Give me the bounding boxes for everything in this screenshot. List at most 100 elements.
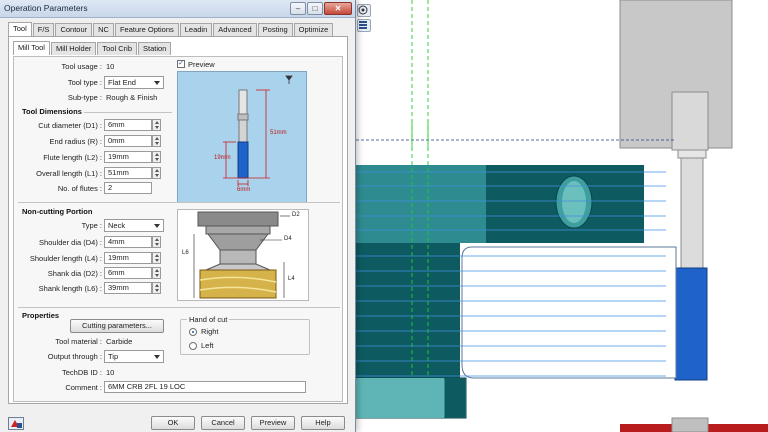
tool-material-value: Carbide: [106, 337, 133, 346]
chevron-down-icon: [154, 355, 160, 359]
flutes-input[interactable]: 2: [104, 182, 152, 194]
techdb-label: TechDB ID :: [61, 368, 102, 377]
sub-tab-strip: Mill Tool Mill Holder Tool Crib Station: [13, 41, 172, 56]
flat-end-tool-illustration: [223, 75, 293, 186]
flutes-label: No. of flutes :: [57, 184, 102, 193]
close-button[interactable]: ✕: [324, 2, 352, 15]
shoulder-dia-stepper[interactable]: [152, 236, 161, 248]
hand-of-cut-group: Hand of cut Right Left: [180, 315, 310, 355]
end-radius-stepper[interactable]: [152, 135, 161, 147]
close-icon: ✕: [334, 4, 342, 13]
flute-length-input[interactable]: 19mm: [104, 151, 152, 163]
non-cutting-heading: Non-cutting Portion: [22, 207, 93, 216]
neck-diagram: D2 D4 L6 L4: [177, 209, 309, 301]
techdb-value: 10: [106, 368, 115, 377]
chevron-down-icon: [154, 224, 160, 228]
tool-flute: [674, 267, 708, 381]
right-radio-label: Right: [201, 327, 219, 336]
shank-length-label: Shank length (L6) :: [38, 284, 102, 293]
output-through-value: Tip: [108, 352, 119, 361]
comment-label: Comment :: [65, 383, 102, 392]
cut-diameter-input[interactable]: 6mm: [104, 119, 152, 131]
subtype-label: Sub-type :: [67, 93, 102, 102]
tool-usage-label: Tool usage :: [61, 62, 102, 71]
flute-length-label: Flute length (L2) :: [43, 153, 102, 162]
tool-collet: [671, 91, 709, 151]
shank-dia-input[interactable]: 6mm: [104, 267, 152, 279]
tab-nc[interactable]: NC: [93, 23, 114, 36]
overall-length-label: Overall length (L1) :: [36, 169, 102, 178]
tab-fs[interactable]: F/S: [32, 23, 55, 36]
tool-tab-panel: Mill Tool Mill Holder Tool Crib Station …: [8, 36, 348, 404]
ok-button[interactable]: OK: [151, 416, 195, 430]
shank-length-input[interactable]: 39mm: [104, 282, 152, 294]
tool-diagram: 51mm 19mm 6mm: [177, 71, 307, 203]
flute-length-stepper[interactable]: [152, 151, 161, 163]
neck-type-value: Neck: [108, 221, 126, 230]
tab-mill-tool[interactable]: Mill Tool: [13, 41, 50, 55]
shank-length-stepper[interactable]: [152, 282, 161, 294]
tool-type-label: Tool type :: [67, 78, 102, 87]
end-radius-input[interactable]: 0mm: [104, 135, 152, 147]
overall-length-dim: 51mm: [270, 130, 287, 136]
neck-type-select[interactable]: Neck: [104, 219, 164, 232]
tool-type-select[interactable]: Flat End: [104, 76, 164, 89]
preview-button[interactable]: Preview: [251, 416, 295, 430]
shank-dia-label: Shank dia (D2) :: [47, 269, 102, 278]
d2-dim: D2: [292, 212, 300, 218]
shank-dia-stepper[interactable]: [152, 267, 161, 279]
minimize-button[interactable]: –: [290, 2, 306, 15]
tab-leadin[interactable]: Leadin: [179, 23, 213, 36]
help-button[interactable]: Help: [301, 416, 345, 430]
shoulder-length-stepper[interactable]: [152, 252, 161, 264]
tab-optimize[interactable]: Optimize: [293, 23, 334, 36]
tab-posting[interactable]: Posting: [257, 23, 293, 36]
left-radio[interactable]: [189, 342, 197, 350]
left-radio-label: Left: [201, 341, 214, 350]
d4-dim: D4: [284, 236, 292, 242]
overall-length-input[interactable]: 51mm: [104, 167, 152, 179]
right-radio[interactable]: [189, 328, 197, 336]
divider: [18, 307, 340, 308]
part-lower-block: [356, 243, 460, 378]
l4-dim: L4: [288, 276, 295, 282]
tab-tool[interactable]: Tool: [8, 22, 32, 36]
cutting-parameters-button[interactable]: Cutting parameters...: [70, 319, 164, 333]
tool-shank: [680, 157, 704, 271]
neck-type-label: Type :: [81, 221, 102, 230]
hand-of-cut-title: Hand of cut: [187, 315, 230, 324]
maximize-button[interactable]: □: [307, 2, 323, 15]
mill-tool-panel: Tool usage : 10 Tool type : Flat End Sub…: [13, 56, 343, 402]
tool-material-label: Tool material :: [55, 337, 102, 346]
dialog-title: Operation Parameters: [4, 3, 88, 13]
maximize-icon: □: [312, 4, 318, 13]
cancel-button[interactable]: Cancel: [201, 416, 245, 430]
output-through-label: Output through :: [47, 352, 102, 361]
dialog-app-icon: [8, 417, 24, 430]
dialog-titlebar[interactable]: Operation Parameters – □ ✕: [0, 0, 355, 18]
tab-station[interactable]: Station: [137, 42, 172, 55]
minimize-icon: –: [295, 4, 301, 13]
checkmark-icon: ✓: [178, 60, 184, 67]
tab-advanced[interactable]: Advanced: [213, 23, 257, 36]
tab-contour[interactable]: Contour: [55, 23, 93, 36]
end-radius-label: End radius (R) :: [49, 137, 102, 146]
view-orient-icon[interactable]: [357, 4, 371, 17]
overall-length-stepper[interactable]: [152, 167, 161, 179]
shoulder-dia-input[interactable]: 4mm: [104, 236, 152, 248]
shoulder-length-input[interactable]: 19mm: [104, 252, 152, 264]
tab-mill-holder[interactable]: Mill Holder: [50, 42, 97, 55]
cut-diameter-stepper[interactable]: [152, 119, 161, 131]
tab-tool-crib[interactable]: Tool Crib: [97, 42, 137, 55]
comment-input[interactable]: 6MM CRB 2FL 19 LOC: [104, 381, 306, 393]
divider: [84, 112, 172, 113]
l6-dim: L6: [182, 250, 189, 256]
tab-feature-options[interactable]: Feature Options: [114, 23, 179, 36]
cut-diameter-label: Cut diameter (D1) :: [38, 121, 102, 130]
tool-usage-value: 10: [106, 62, 115, 71]
preview-checkbox[interactable]: ✓: [177, 60, 185, 68]
output-through-select[interactable]: Tip: [104, 350, 164, 363]
tool-dimensions-heading: Tool Dimensions: [22, 107, 82, 116]
list-view-icon[interactable]: [357, 19, 371, 32]
main-tab-strip: Tool F/S Contour NC Feature Options Lead…: [8, 22, 334, 37]
